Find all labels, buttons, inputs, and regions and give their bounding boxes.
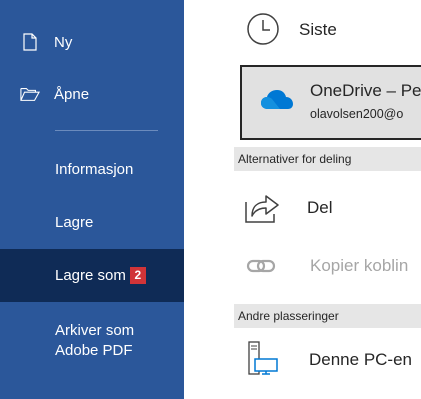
nav-save-as[interactable]: Lagre som 2 — [0, 249, 184, 302]
this-pc-label: Denne PC-en — [309, 350, 413, 369]
nav-open[interactable]: Åpne — [0, 72, 184, 116]
location-recent[interactable]: Siste — [184, 8, 421, 52]
location-recent-label: Siste — [299, 20, 337, 39]
link-icon — [246, 256, 276, 276]
step-badge: 2 — [129, 267, 146, 284]
share-icon — [244, 190, 280, 224]
onedrive-cloud-icon — [260, 89, 294, 116]
other-places-header: Andre plasseringer — [234, 304, 421, 328]
share-section-header: Alternativer for deling — [234, 147, 421, 171]
location-this-pc[interactable]: Denne PC-en — [184, 338, 421, 382]
nav-open-label: Åpne — [54, 85, 90, 103]
nav-save[interactable]: Lagre — [0, 202, 184, 242]
open-folder-icon — [20, 82, 40, 106]
onedrive-email: olavolsen200@o — [310, 107, 404, 121]
share-option[interactable]: Del — [184, 184, 421, 232]
nav-info[interactable]: Informasjon — [0, 149, 184, 189]
nav-info-label: Informasjon — [55, 160, 134, 178]
copy-link-option[interactable]: Kopier koblin — [184, 244, 421, 288]
new-document-icon — [20, 30, 40, 54]
archive-line-1: Arkiver som — [55, 322, 135, 339]
share-label: Del — [307, 198, 333, 217]
computer-icon — [248, 341, 278, 377]
onedrive-title: OneDrive – Pe — [310, 81, 421, 100]
archive-line-2: Adobe PDF — [55, 342, 133, 359]
backstage-sidebar: Ny Åpne Informasjon Lagre Lagre som 2 Ar… — [0, 0, 184, 399]
nav-archive-pdf[interactable]: Arkiver som Adobe PDF — [0, 311, 184, 371]
nav-save-label: Lagre — [55, 213, 94, 231]
copy-link-label: Kopier koblin — [310, 256, 409, 275]
nav-save-as-label: Lagre som — [55, 267, 126, 284]
nav-archive-pdf-label: Arkiver som Adobe PDF — [55, 321, 134, 361]
clock-icon — [246, 12, 280, 46]
location-onedrive[interactable]: OneDrive – Pe olavolsen200@o — [240, 65, 421, 140]
sidebar-divider — [55, 130, 158, 131]
nav-new[interactable]: Ny — [0, 20, 184, 64]
nav-new-label: Ny — [54, 33, 73, 51]
